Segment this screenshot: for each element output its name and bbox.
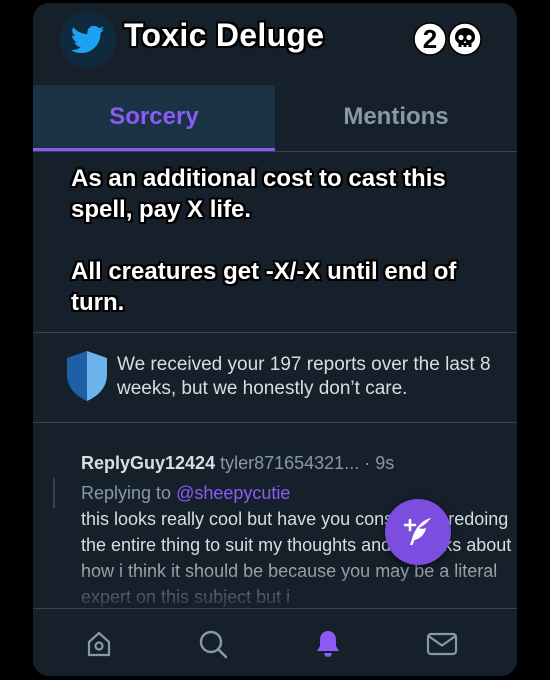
- thread-line: [53, 478, 55, 508]
- tweet-display-name[interactable]: ReplyGuy12424: [81, 453, 215, 473]
- card-title: Toxic Deluge: [124, 17, 325, 53]
- nav-home[interactable]: [82, 627, 116, 661]
- nav-notifications[interactable]: [311, 627, 345, 661]
- shield-icon: [67, 351, 107, 401]
- replying-to-line: Replying to @sheepycutie: [81, 480, 517, 506]
- logo[interactable]: [60, 12, 116, 68]
- bottom-nav: [33, 608, 517, 676]
- compose-button[interactable]: [385, 499, 451, 565]
- card-frame: Toxic Deluge 2 Sorcery Mentions As an ad…: [33, 3, 517, 676]
- nav-search[interactable]: [196, 627, 230, 661]
- tab-sorcery[interactable]: Sorcery: [33, 85, 275, 151]
- bell-icon: [317, 631, 339, 657]
- mention-link[interactable]: @sheepycutie: [176, 483, 290, 503]
- rules-paragraph-effect: All creatures get -X/-X until end of tur…: [71, 258, 457, 316]
- skull-icon: [448, 22, 482, 56]
- compose-feather-icon: [403, 518, 431, 545]
- divider: [33, 422, 517, 423]
- tweet-header: ReplyGuy12424 tyler871654321... · 9s: [81, 450, 517, 476]
- reply-tweet[interactable]: ReplyGuy12424 tyler871654321... · 9s Rep…: [81, 450, 517, 608]
- nav-messages[interactable]: [425, 627, 459, 661]
- replying-prefix: Replying to: [81, 483, 172, 503]
- tab-bar: Sorcery Mentions: [33, 85, 517, 152]
- mail-icon: [426, 632, 458, 656]
- rules-text: As an additional cost to cast this spell…: [71, 163, 491, 318]
- tweet-time: 9s: [375, 453, 395, 473]
- header: Toxic Deluge 2: [33, 3, 517, 81]
- tweet-separator: ·: [364, 453, 371, 473]
- report-notice: We received your 197 reports over the la…: [117, 354, 491, 399]
- home-icon: [87, 631, 111, 657]
- tweet-handle[interactable]: tyler871654321...: [220, 453, 359, 473]
- tweet-body: this looks really cool but have you cons…: [81, 506, 517, 608]
- mana-generic-value: 2: [423, 24, 437, 54]
- text-fade-overlay: [81, 550, 517, 608]
- divider: [33, 332, 517, 333]
- twitter-bird-icon: [71, 25, 105, 54]
- tab-mentions[interactable]: Mentions: [275, 85, 517, 149]
- mana-symbol-2: 2: [413, 22, 447, 56]
- rules-paragraph-cost: As an additional cost to cast this spell…: [71, 165, 446, 223]
- search-icon: [199, 630, 228, 659]
